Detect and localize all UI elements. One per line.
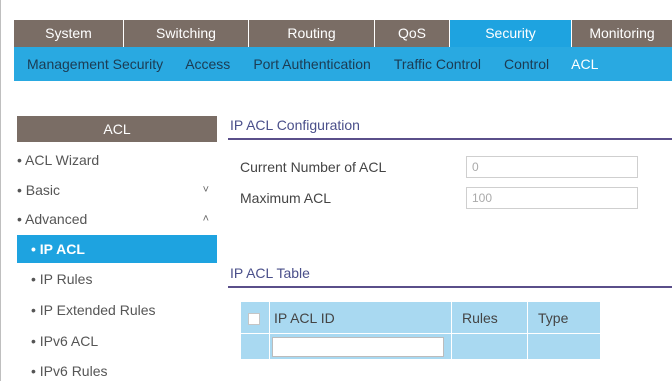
sidebar-item-ip-extended-rules[interactable]: • IP Extended Rules: [17, 296, 217, 324]
column-header-ip-acl-id: IP ACL ID: [269, 301, 452, 334]
sidebar-item-ip-rules[interactable]: • IP Rules: [17, 265, 217, 293]
table-cell: [240, 333, 270, 360]
tab-system[interactable]: System: [14, 20, 124, 47]
column-header-type: Type: [527, 301, 601, 334]
sidebar-item-label: • Basic: [17, 182, 61, 198]
tab-monitoring[interactable]: Monitoring: [572, 20, 672, 47]
tab-switching[interactable]: Switching: [124, 20, 249, 47]
ip-acl-id-input[interactable]: [272, 336, 444, 357]
section-title-config: IP ACL Configuration: [230, 117, 360, 133]
select-all-cell: [240, 301, 270, 334]
tab-security[interactable]: Security: [450, 20, 572, 47]
sidebar-header: ACL: [17, 116, 217, 142]
sidebar-item-label: • IP Extended Rules: [31, 302, 156, 318]
table-row: [240, 333, 601, 360]
sidebar-item-label: • ACL Wizard: [17, 152, 100, 168]
select-all-checkbox[interactable]: [248, 312, 260, 325]
sidebar-item-label: • IP Rules: [31, 271, 93, 287]
sidebar-item-label: • IP ACL: [31, 241, 85, 257]
subnav-acl[interactable]: ACL: [571, 56, 598, 72]
sidebar-item-ip-acl[interactable]: • IP ACL: [17, 235, 217, 263]
chevron-down-icon: ˅: [202, 184, 209, 196]
tab-qos[interactable]: QoS: [375, 20, 450, 47]
table-cell: [451, 333, 528, 360]
subnav-control[interactable]: Control: [504, 56, 549, 72]
sidebar-item-ipv6-acl[interactable]: • IPv6 ACL: [17, 327, 217, 355]
subnav-management-security[interactable]: Management Security: [27, 56, 163, 72]
column-header-rules: Rules: [451, 301, 528, 334]
sidebar-item-label: • IPv6 Rules: [31, 363, 108, 379]
section-divider: [228, 286, 672, 288]
tab-routing[interactable]: Routing: [249, 20, 375, 47]
subnav-access[interactable]: Access: [185, 56, 230, 72]
sub-nav-bar: Management Security Access Port Authenti…: [14, 47, 672, 81]
ip-acl-table: IP ACL ID Rules Type: [240, 301, 601, 360]
current-acl-label: Current Number of ACL: [240, 159, 387, 175]
section-divider: [228, 138, 672, 140]
section-title-table: IP ACL Table: [230, 265, 310, 281]
table-header-row: IP ACL ID Rules Type: [240, 301, 601, 334]
chevron-up-icon: ˄: [202, 213, 209, 225]
max-acl-field: 100: [466, 187, 638, 209]
sidebar-item-acl-wizard[interactable]: • ACL Wizard: [17, 146, 217, 174]
sidebar-item-label: • IPv6 ACL: [31, 333, 99, 349]
page-frame: System Switching Routing QoS Security Mo…: [0, 0, 672, 381]
max-acl-label: Maximum ACL: [240, 190, 332, 206]
sidebar-item-advanced[interactable]: • Advanced ˄: [17, 205, 217, 233]
subnav-traffic-control[interactable]: Traffic Control: [394, 56, 481, 72]
sidebar-item-label: • Advanced: [17, 211, 88, 227]
sidebar-item-basic[interactable]: • Basic ˅: [17, 176, 217, 204]
main-nav-tabs: System Switching Routing QoS Security Mo…: [14, 20, 672, 47]
current-acl-field: 0: [466, 156, 638, 178]
table-cell: [269, 333, 452, 360]
table-cell: [527, 333, 601, 360]
subnav-port-authentication[interactable]: Port Authentication: [253, 56, 371, 72]
